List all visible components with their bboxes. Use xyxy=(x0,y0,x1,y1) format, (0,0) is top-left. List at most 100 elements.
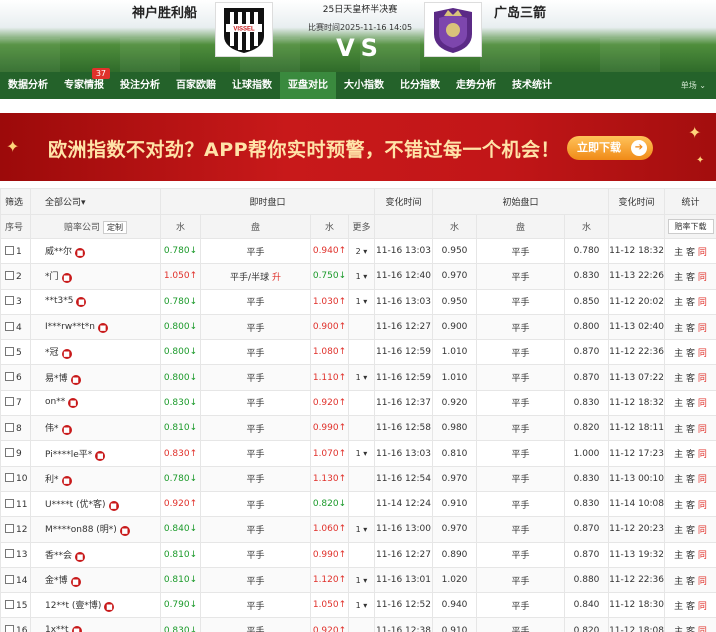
company-info-icon[interactable]: ■ xyxy=(61,425,72,436)
tab-euro-odds[interactable]: 百家欧赔 xyxy=(168,72,224,99)
away-link[interactable]: 客 xyxy=(686,248,695,258)
company-info-icon[interactable]: ■ xyxy=(76,297,87,308)
same-link[interactable]: 同 xyxy=(698,374,707,384)
home-link[interactable]: 主 xyxy=(674,349,683,359)
home-link[interactable]: 主 xyxy=(674,273,683,283)
company-info-icon[interactable]: ■ xyxy=(61,475,72,486)
more-dropdown[interactable] xyxy=(347,339,376,366)
home-team-name[interactable]: 神户胜利船 xyxy=(132,2,197,21)
more-dropdown[interactable] xyxy=(347,541,376,568)
row-checkbox[interactable] xyxy=(5,599,14,609)
company-name[interactable]: I***rw**t*n ■ xyxy=(30,313,161,341)
same-link[interactable]: 同 xyxy=(698,273,707,283)
away-team-name[interactable]: 广岛三箭 xyxy=(494,2,546,21)
away-link[interactable]: 客 xyxy=(686,273,695,283)
home-link[interactable]: 主 xyxy=(674,627,683,632)
company-info-icon[interactable]: ■ xyxy=(108,501,119,512)
company-name[interactable]: **t3*5 ■ xyxy=(30,288,161,315)
same-link[interactable]: 同 xyxy=(698,577,707,587)
company-name[interactable]: 利* ■ xyxy=(30,465,161,492)
tab-score-index[interactable]: 比分指数 xyxy=(392,72,448,99)
row-checkbox[interactable] xyxy=(5,574,14,584)
company-name[interactable]: 1x**t ■ xyxy=(30,617,161,632)
company-name[interactable]: 威**尔 ■ xyxy=(30,237,161,265)
more-dropdown[interactable]: 1 ▾ xyxy=(347,566,376,594)
more-dropdown[interactable]: 1 ▾ xyxy=(347,364,376,391)
more-dropdown[interactable] xyxy=(347,617,376,632)
home-link[interactable]: 主 xyxy=(674,374,683,384)
away-link[interactable]: 客 xyxy=(686,627,695,632)
same-link[interactable]: 同 xyxy=(698,551,707,561)
company-name[interactable]: Pi****le平* ■ xyxy=(30,440,161,467)
away-link[interactable]: 客 xyxy=(686,602,695,612)
company-info-icon[interactable]: ■ xyxy=(61,349,72,360)
same-link[interactable]: 同 xyxy=(698,627,707,632)
more-dropdown[interactable] xyxy=(347,415,376,442)
away-link[interactable]: 客 xyxy=(686,501,695,511)
filter-header[interactable]: 筛选 xyxy=(0,188,31,215)
more-dropdown[interactable] xyxy=(347,490,376,518)
home-link[interactable]: 主 xyxy=(674,577,683,587)
company-info-icon[interactable]: ■ xyxy=(68,398,79,409)
more-dropdown[interactable] xyxy=(347,389,376,417)
row-checkbox[interactable] xyxy=(5,397,14,407)
home-link[interactable]: 主 xyxy=(674,501,683,511)
away-link[interactable]: 客 xyxy=(686,399,695,409)
row-checkbox[interactable] xyxy=(5,321,14,331)
customize-button[interactable]: 定制 xyxy=(103,220,127,234)
company-name[interactable]: M****on88 (明*) ■ xyxy=(30,516,161,543)
home-team-logo[interactable]: VISSEL xyxy=(215,2,273,57)
row-checkbox[interactable] xyxy=(5,549,14,559)
home-link[interactable]: 主 xyxy=(674,298,683,308)
away-link[interactable]: 客 xyxy=(686,475,695,485)
app-promo-banner[interactable]: ✦ ✦ ✦ 欧洲指数不对劲？APP帮你实时预警，不错过每一个机会！ 立即下载 ➔ xyxy=(0,113,716,181)
row-checkbox[interactable] xyxy=(5,372,14,382)
same-link[interactable]: 同 xyxy=(698,399,707,409)
away-link[interactable]: 客 xyxy=(686,374,695,384)
home-link[interactable]: 主 xyxy=(674,248,683,258)
more-dropdown[interactable]: 1 ▾ xyxy=(347,263,376,290)
away-link[interactable]: 客 xyxy=(686,526,695,536)
home-link[interactable]: 主 xyxy=(674,450,683,460)
home-link[interactable]: 主 xyxy=(674,425,683,435)
same-link[interactable]: 同 xyxy=(698,501,707,511)
company-info-icon[interactable]: ■ xyxy=(61,273,72,284)
row-checkbox[interactable] xyxy=(5,296,14,306)
same-link[interactable]: 同 xyxy=(698,450,707,460)
away-team-logo[interactable] xyxy=(424,2,482,57)
single-match-dropdown[interactable]: 单场 ⌄ xyxy=(681,72,706,99)
row-checkbox[interactable] xyxy=(5,245,14,255)
more-dropdown[interactable] xyxy=(347,313,376,341)
company-name[interactable]: *门 ■ xyxy=(30,263,161,290)
company-info-icon[interactable]: ■ xyxy=(70,577,81,587)
company-info-icon[interactable]: ■ xyxy=(95,450,106,461)
same-link[interactable]: 同 xyxy=(698,602,707,612)
away-link[interactable]: 客 xyxy=(686,324,695,334)
more-dropdown[interactable]: 1 ▾ xyxy=(347,288,376,315)
tab-trend-analysis[interactable]: 走势分析 xyxy=(448,72,504,99)
more-dropdown[interactable]: 1 ▾ xyxy=(347,516,376,543)
company-info-icon[interactable]: ■ xyxy=(70,374,81,385)
company-name[interactable]: 金*博 ■ xyxy=(30,566,161,594)
away-link[interactable]: 客 xyxy=(686,577,695,587)
away-link[interactable]: 客 xyxy=(686,349,695,359)
more-dropdown[interactable]: 1 ▾ xyxy=(347,440,376,467)
home-link[interactable]: 主 xyxy=(674,526,683,536)
row-checkbox[interactable] xyxy=(5,270,14,280)
company-name[interactable]: 香**会 ■ xyxy=(30,541,161,568)
same-link[interactable]: 同 xyxy=(698,425,707,435)
row-checkbox[interactable] xyxy=(5,346,14,356)
home-link[interactable]: 主 xyxy=(674,475,683,485)
same-link[interactable]: 同 xyxy=(698,298,707,308)
home-link[interactable]: 主 xyxy=(674,399,683,409)
download-now-button[interactable]: 立即下载 ➔ xyxy=(567,136,653,160)
away-link[interactable]: 客 xyxy=(686,298,695,308)
company-name[interactable]: on** ■ xyxy=(30,389,161,417)
all-companies-dropdown[interactable]: 全部公司▾ xyxy=(30,188,161,215)
row-checkbox[interactable] xyxy=(5,523,14,533)
home-link[interactable]: 主 xyxy=(674,324,683,334)
company-info-icon[interactable]: ■ xyxy=(75,551,86,562)
same-link[interactable]: 同 xyxy=(698,248,707,258)
row-checkbox[interactable] xyxy=(5,498,14,508)
tab-data-analysis[interactable]: 数据分析 xyxy=(0,72,56,99)
